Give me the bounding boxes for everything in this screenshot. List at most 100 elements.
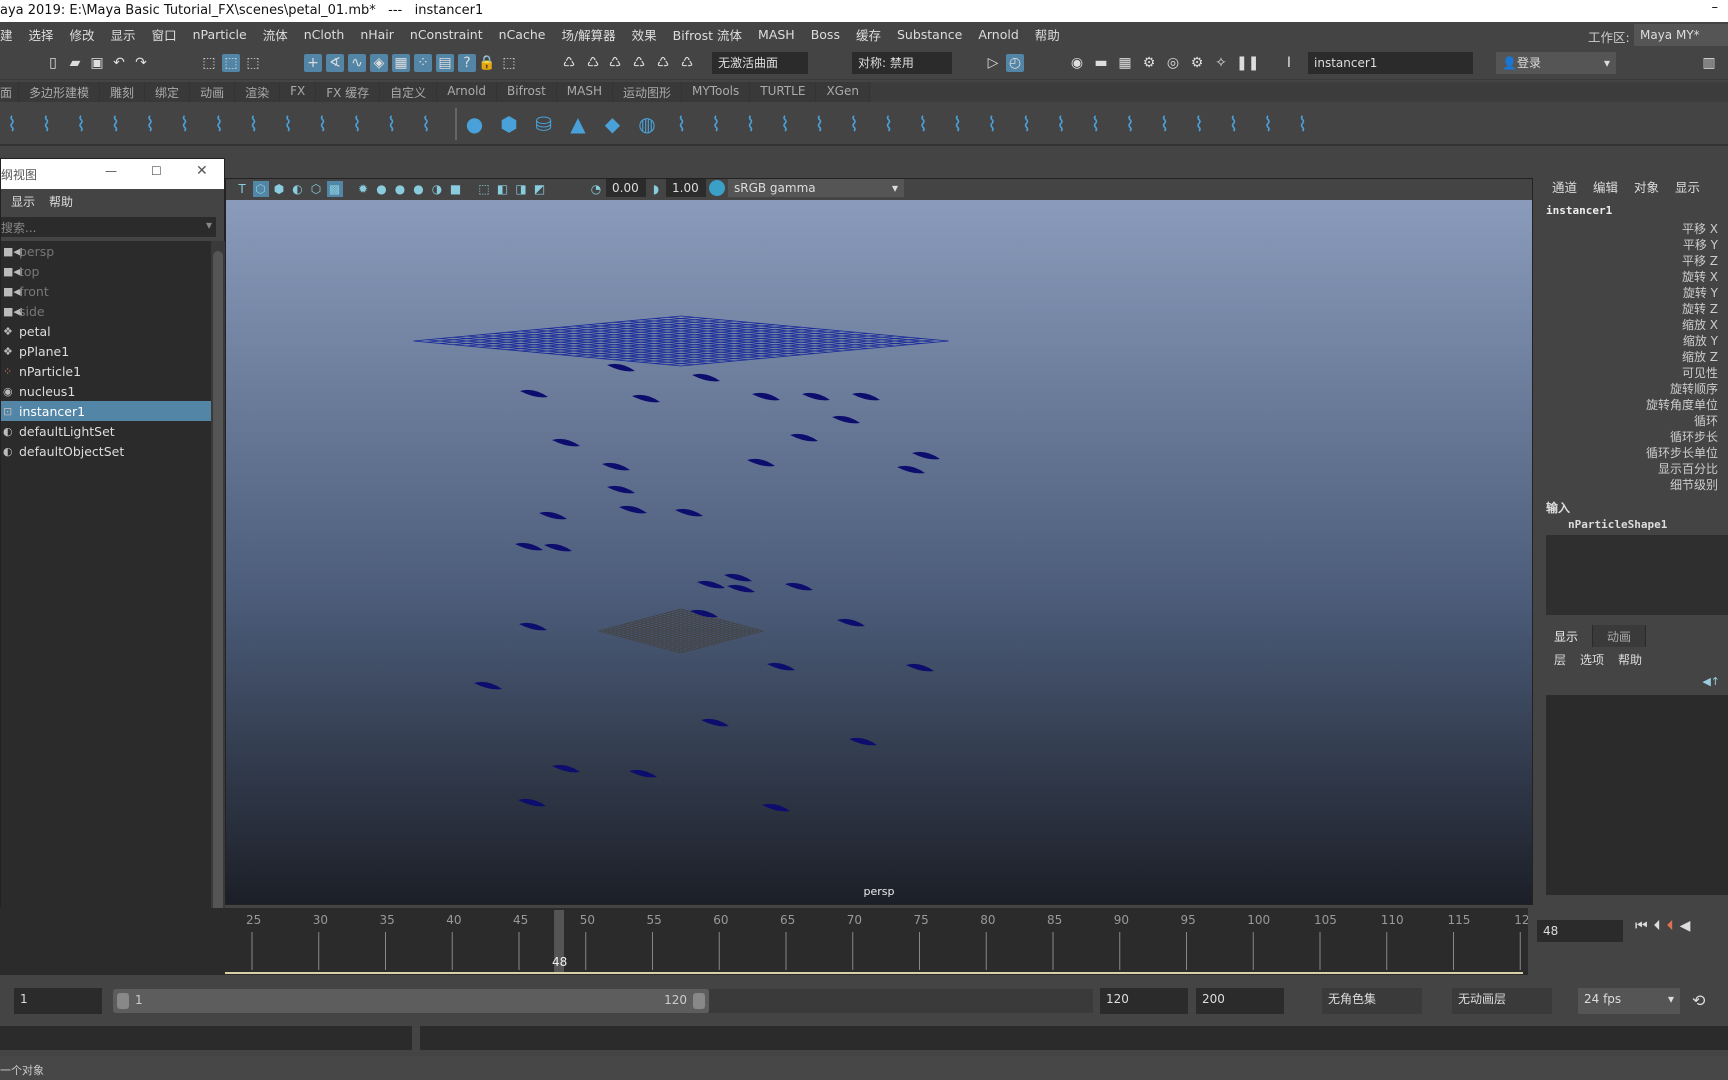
resolution-gate-icon[interactable]: ◩: [532, 181, 548, 197]
menu-item[interactable]: nParticle: [185, 27, 255, 42]
boolean-icon[interactable]: ⌇: [911, 112, 935, 136]
edge-loop-icon[interactable]: ⌇: [1118, 112, 1142, 136]
multi-cut-icon[interactable]: ⌇: [1015, 112, 1039, 136]
outliner-item[interactable]: ■◀ top: [1, 261, 211, 281]
shelf-tab[interactable]: 自定义: [380, 82, 438, 102]
shelf-tab[interactable]: TURTLE: [750, 82, 817, 102]
channel-attribute[interactable]: 循环步长: [1540, 429, 1728, 445]
curve-icon[interactable]: ⌇: [345, 112, 369, 136]
film-gate-icon[interactable]: ◨: [513, 181, 529, 197]
3d-view[interactable]: persp: [226, 200, 1532, 904]
minimize-button[interactable]: –: [1712, 0, 1719, 15]
menu-item[interactable]: 修改: [62, 25, 103, 44]
outliner-item[interactable]: ◉ nucleus1: [1, 381, 211, 401]
ipr-icon[interactable]: ▦: [1116, 54, 1134, 72]
target-weld-icon[interactable]: ⌇: [1084, 112, 1108, 136]
shelf-tab[interactable]: Bifrost: [497, 82, 557, 102]
shelf-tab[interactable]: FX 缓存: [316, 82, 381, 102]
boolean-icon[interactable]: ⌇: [946, 112, 970, 136]
emitter-plane[interactable]: [413, 315, 949, 367]
outliner-item[interactable]: ■◀ side: [1, 301, 211, 321]
tweak-icon[interactable]: ♺: [678, 54, 696, 72]
dof-icon[interactable]: ■: [448, 181, 464, 197]
select-hierarchy-icon[interactable]: ⬚: [200, 54, 218, 72]
fps-select[interactable]: 24 fps ▾: [1578, 988, 1680, 1014]
symmetry-icon[interactable]: ♺: [606, 54, 624, 72]
outliner-search-input[interactable]: 搜索... ▾: [1, 217, 216, 237]
key-back-icon[interactable]: ⏴: [1667, 918, 1680, 934]
end-time-field[interactable]: 120: [1100, 988, 1188, 1014]
menu-display[interactable]: 显示: [11, 193, 35, 210]
channel-attribute[interactable]: 平移 Y: [1540, 237, 1728, 253]
shelf-tab[interactable]: MASH: [556, 82, 613, 102]
menu-help[interactable]: 帮助: [1618, 651, 1642, 668]
cube-icon[interactable]: ⬢: [497, 112, 521, 136]
menu-options[interactable]: 选项: [1580, 651, 1604, 668]
redo-icon[interactable]: ↷: [132, 54, 150, 72]
shelf-tab[interactable]: 动画: [190, 82, 236, 102]
menu-help[interactable]: 帮助: [49, 193, 73, 210]
channel-attribute[interactable]: 细节级别: [1540, 477, 1728, 493]
camera-gate-icon[interactable]: ◧: [495, 181, 511, 197]
xray-icon[interactable]: ▩: [326, 181, 343, 197]
tab-animation[interactable]: 动画: [1593, 625, 1647, 647]
menu-item[interactable]: 效果: [624, 25, 665, 44]
channel-attribute[interactable]: 可见性: [1540, 365, 1728, 381]
channel-menu-item[interactable]: 编辑: [1593, 177, 1618, 196]
save-scene-icon[interactable]: ▣: [88, 54, 106, 72]
workspace-select[interactable]: Maya MY*: [1634, 24, 1728, 46]
range-end-handle[interactable]: [693, 993, 705, 1009]
menu-item[interactable]: Substance: [889, 27, 970, 42]
name-field[interactable]: instancer1: [1308, 52, 1473, 74]
channel-attribute[interactable]: 平移 X: [1540, 221, 1728, 237]
shelf-tab[interactable]: 面: [0, 82, 20, 102]
play-back-icon[interactable]: ◀: [1680, 918, 1697, 934]
snap-surface-icon[interactable]: ▦: [392, 54, 410, 72]
channel-menu-item[interactable]: 对象: [1634, 177, 1659, 196]
character-set-select[interactable]: 无角色集: [1322, 988, 1422, 1014]
lock-icon[interactable]: 🔒: [478, 54, 496, 72]
menu-item[interactable]: Bifrost 流体: [665, 25, 750, 44]
menu-item[interactable]: 选择: [21, 25, 62, 44]
menu-item[interactable]: MASH: [750, 27, 803, 42]
channel-menu-item[interactable]: 通道: [1552, 177, 1577, 196]
curve-icon[interactable]: ⌇: [242, 112, 266, 136]
channel-attribute[interactable]: 缩放 X: [1540, 317, 1728, 333]
brush-icon[interactable]: ⌇: [1256, 112, 1280, 136]
maximize-icon[interactable]: ☐: [151, 164, 162, 178]
curve-icon[interactable]: ⌇: [380, 112, 404, 136]
wireframe-icon[interactable]: ⬡: [252, 181, 269, 197]
cone-icon[interactable]: ▲: [566, 112, 590, 136]
channel-attribute[interactable]: 循环步长单位: [1540, 445, 1728, 461]
snap-vertex-icon[interactable]: ⁘: [414, 54, 432, 72]
menu-item[interactable]: Arnold: [970, 27, 1026, 42]
render-time-icon[interactable]: ◴: [1006, 54, 1024, 72]
shelf-tab[interactable]: 多边形建模: [19, 82, 101, 102]
outliner-item[interactable]: ◐ defaultObjectSet: [1, 441, 211, 461]
minimize-icon[interactable]: —: [105, 164, 117, 178]
shelf-tab[interactable]: 渲染: [235, 82, 281, 102]
extrude-icon[interactable]: ⌇: [808, 112, 832, 136]
outliner-item[interactable]: ■◀ persp: [1, 241, 211, 261]
smooth-shade-icon[interactable]: ⬢: [271, 181, 287, 197]
outliner-item[interactable]: ❖ pPlane1: [1, 341, 211, 361]
offset-icon[interactable]: ⌇: [1153, 112, 1177, 136]
channel-attribute[interactable]: 旋转 Z: [1540, 301, 1728, 317]
snap-point-icon[interactable]: ∿: [348, 54, 366, 72]
chevron-down-icon[interactable]: ▾: [206, 218, 212, 232]
range-slider[interactable]: 1 120: [113, 989, 709, 1013]
render-view-icon[interactable]: ◉: [1068, 54, 1086, 72]
cylinder-icon[interactable]: ⛁: [532, 112, 556, 136]
separate-icon[interactable]: ⌇: [980, 112, 1004, 136]
channel-attribute[interactable]: 旋转 Y: [1540, 285, 1728, 301]
pause-icon[interactable]: ❚❚: [1236, 54, 1259, 72]
aa-icon[interactable]: ◑: [429, 181, 445, 197]
diamond-icon[interactable]: ◆: [601, 112, 625, 136]
soccer-ball-icon[interactable]: ⌇: [739, 112, 763, 136]
isolate-icon[interactable]: ⬚: [476, 181, 492, 197]
shelf-tab[interactable]: FX: [280, 82, 317, 102]
render-settings-icon[interactable]: ⚙: [1140, 54, 1158, 72]
outliner-item[interactable]: ◐ defaultLightSet: [1, 421, 211, 441]
channel-attribute[interactable]: 显示百分比: [1540, 461, 1728, 477]
layer-arrow-icon[interactable]: ◀↑: [1702, 675, 1720, 688]
